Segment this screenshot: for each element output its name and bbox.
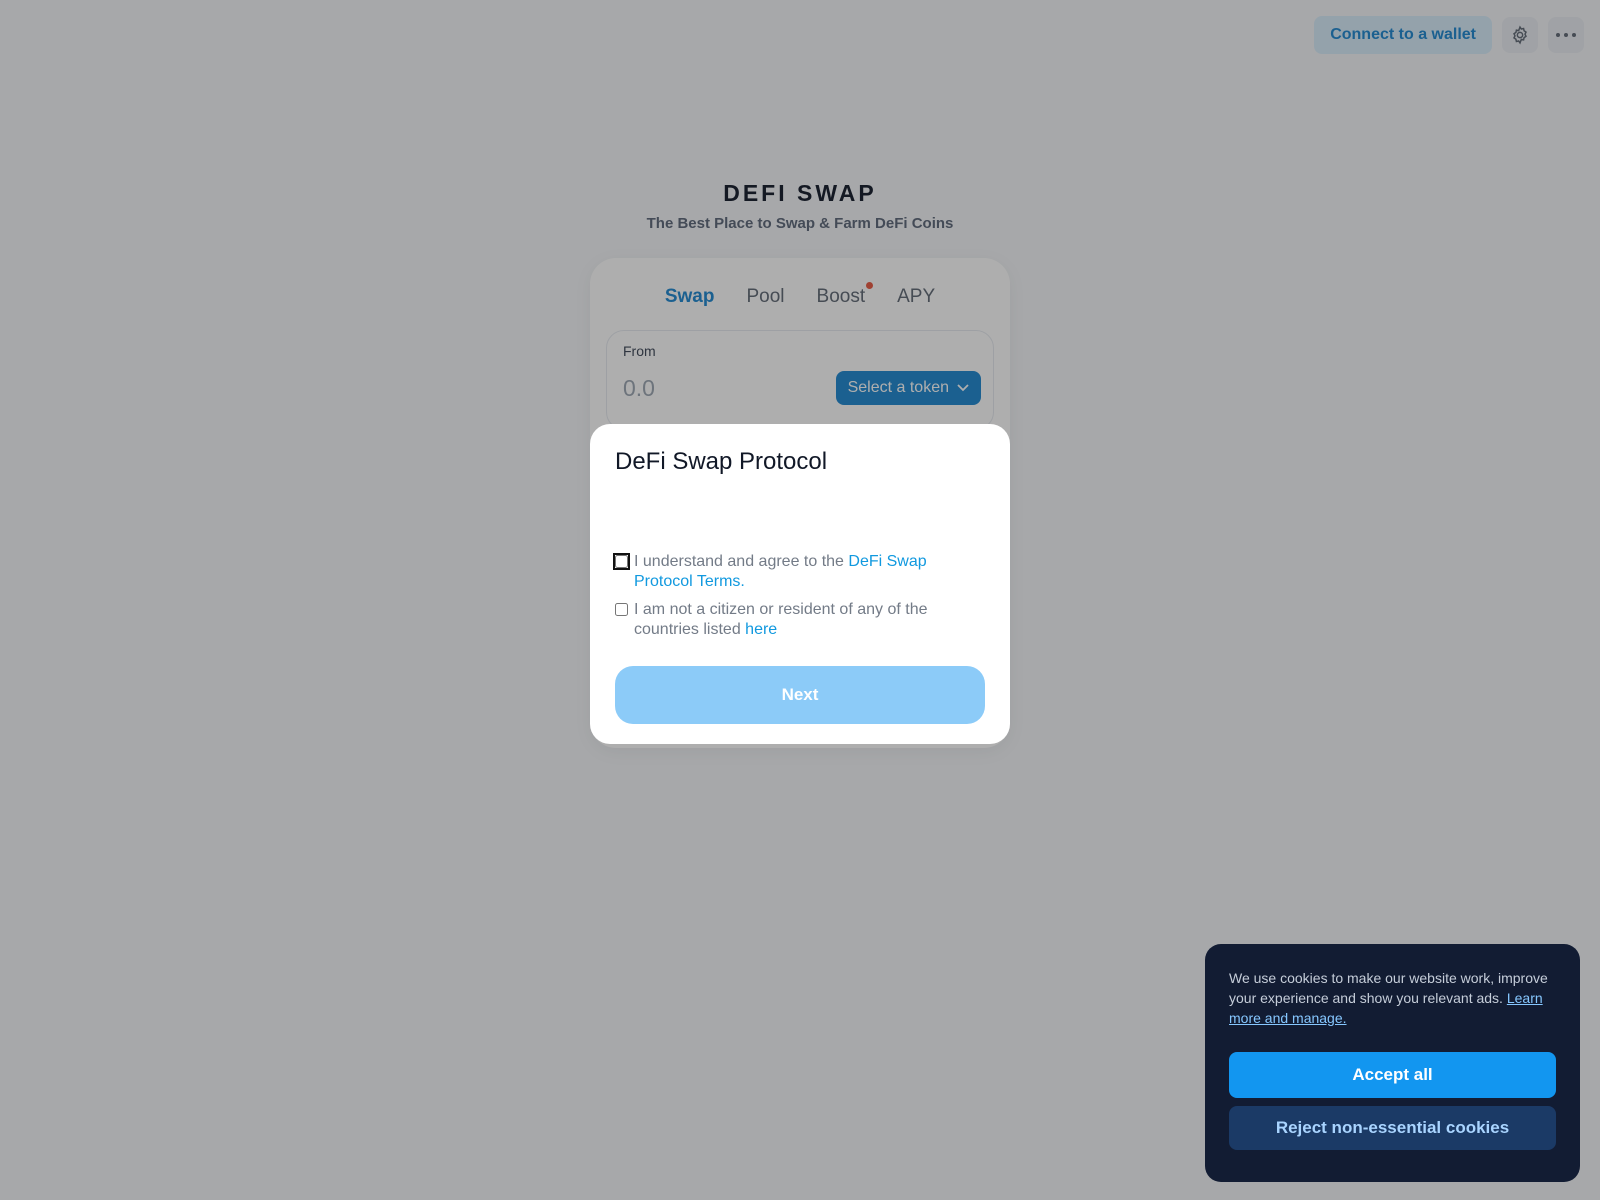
- reject-cookies-button[interactable]: Reject non-essential cookies: [1229, 1106, 1556, 1150]
- cookie-banner: We use cookies to make our website work,…: [1205, 944, 1580, 1182]
- citizen-prefix: I am not a citizen or resident of any of…: [634, 601, 928, 638]
- terms-modal: DeFi Swap Protocol I understand and agre…: [590, 424, 1010, 744]
- cookie-text: We use cookies to make our website work,…: [1229, 968, 1556, 1028]
- agree-terms-row: I understand and agree to the DeFi Swap …: [613, 552, 985, 592]
- next-button[interactable]: Next: [615, 666, 985, 724]
- citizen-text: I am not a citizen or resident of any of…: [634, 600, 985, 640]
- modal-title: DeFi Swap Protocol: [615, 448, 828, 475]
- agree-terms-checkbox[interactable]: [613, 553, 630, 570]
- countries-link[interactable]: here: [745, 621, 777, 638]
- cookie-message: We use cookies to make our website work,…: [1229, 970, 1548, 1006]
- citizen-checkbox[interactable]: [615, 603, 628, 616]
- agree-terms-text: I understand and agree to the DeFi Swap …: [634, 552, 985, 592]
- citizen-row: I am not a citizen or resident of any of…: [615, 600, 985, 640]
- accept-cookies-button[interactable]: Accept all: [1229, 1052, 1556, 1098]
- agree-terms-prefix: I understand and agree to the: [634, 553, 844, 570]
